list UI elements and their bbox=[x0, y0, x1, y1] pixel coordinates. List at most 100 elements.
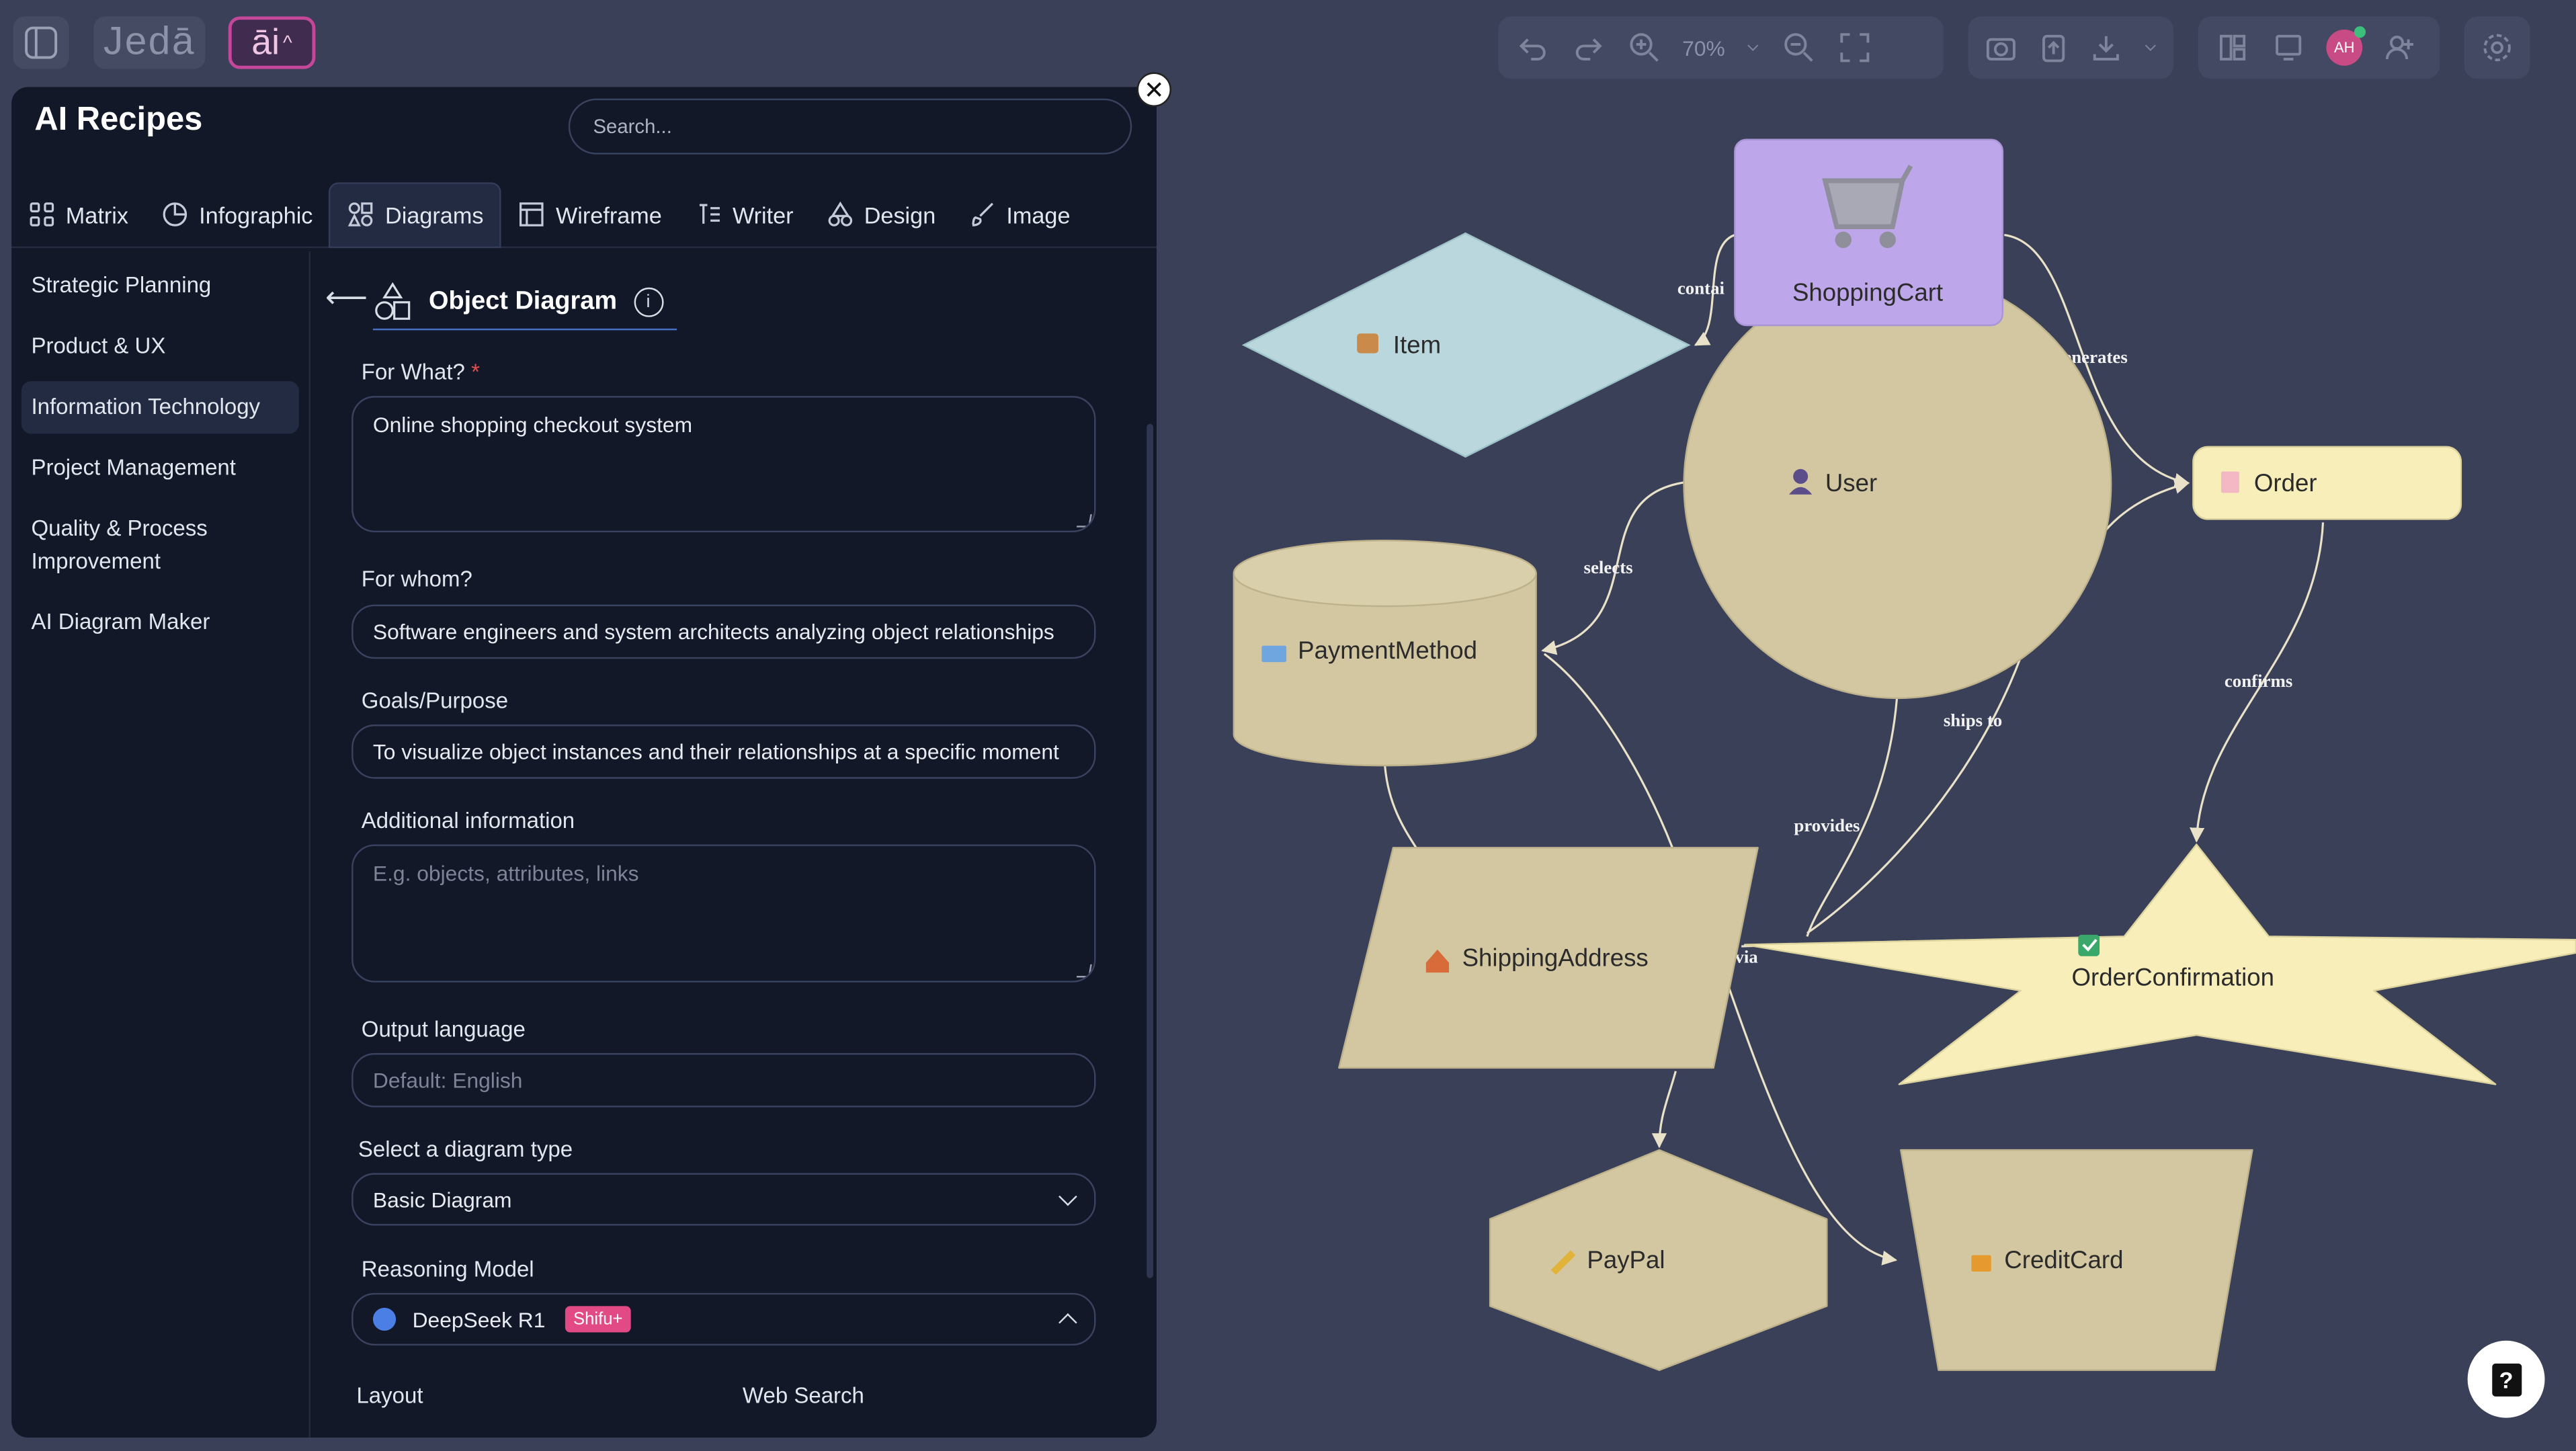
layout-icon[interactable] bbox=[2214, 30, 2251, 66]
search-input[interactable] bbox=[568, 98, 1132, 155]
node-item[interactable]: Item bbox=[1241, 232, 1691, 458]
additional-info-field[interactable]: E.g. objects, attributes, links bbox=[351, 844, 1096, 983]
svg-text:ShoppingCart: ShoppingCart bbox=[1792, 278, 1943, 306]
info-icon[interactable]: i bbox=[633, 286, 663, 317]
layout-label: Layout bbox=[356, 1383, 423, 1408]
camera-icon[interactable] bbox=[1985, 30, 2018, 66]
present-icon[interactable] bbox=[2270, 30, 2307, 66]
download-icon[interactable] bbox=[2089, 30, 2122, 66]
node-paypal[interactable]: PayPal bbox=[1489, 1149, 1828, 1371]
for-whom-label: For whom? bbox=[361, 567, 472, 592]
check-icon bbox=[2078, 934, 2100, 956]
tab-design[interactable]: Design bbox=[810, 181, 952, 247]
tab-infographic[interactable]: Infographic bbox=[144, 181, 329, 247]
category-item[interactable]: Project Management bbox=[22, 442, 299, 495]
edge-label-ships-to: ships to bbox=[1944, 710, 2002, 730]
redo-icon[interactable] bbox=[1571, 30, 1607, 66]
category-item[interactable]: Product & UX bbox=[22, 321, 299, 373]
close-icon: ✕ bbox=[1143, 76, 1165, 105]
edge-label-contains: contai bbox=[1677, 278, 1725, 298]
scrollbar[interactable] bbox=[1147, 423, 1154, 1278]
chevron-up-icon bbox=[1058, 1313, 1077, 1332]
for-whom-field[interactable]: Software engineers and system architects… bbox=[351, 604, 1096, 659]
tab-writer[interactable]: Writer bbox=[678, 181, 810, 247]
node-order[interactable]: Order bbox=[2192, 446, 2462, 520]
wireframe-icon bbox=[520, 202, 544, 226]
deepseek-icon bbox=[372, 1307, 397, 1331]
undo-icon[interactable] bbox=[1515, 30, 1551, 66]
svg-text:CreditCard: CreditCard bbox=[2004, 1246, 2123, 1274]
fit-screen-icon[interactable] bbox=[1837, 30, 1873, 66]
add-user-icon[interactable] bbox=[2382, 30, 2419, 66]
for-what-label: For What? * bbox=[361, 360, 480, 385]
gear-icon[interactable] bbox=[2479, 30, 2516, 66]
sidebar-toggle-button[interactable] bbox=[13, 16, 69, 69]
history-zoom-toolbar: 70% bbox=[1498, 16, 1944, 79]
goals-label: Goals/Purpose bbox=[361, 688, 509, 713]
tab-matrix[interactable]: Matrix bbox=[11, 181, 144, 247]
ai-toggle-button[interactable]: āi ^ bbox=[228, 16, 316, 69]
back-arrow-icon[interactable]: ⟵ bbox=[325, 281, 368, 315]
pie-icon bbox=[163, 202, 188, 226]
tab-wireframe[interactable]: Wireframe bbox=[501, 181, 678, 247]
category-list: Strategic Planning Product & UX Informat… bbox=[11, 251, 311, 1438]
category-item[interactable]: Information Technology bbox=[21, 381, 299, 434]
reasoning-model-select[interactable]: DeepSeek R1 Shifu+ bbox=[351, 1292, 1096, 1346]
node-shoppingcart[interactable]: ShoppingCart bbox=[1734, 138, 2004, 327]
chevron-up-icon: ^ bbox=[283, 31, 292, 54]
category-item[interactable]: AI Diagram Maker bbox=[22, 596, 299, 649]
recipe-tabs: Matrix Infographic Diagrams Wireframe Wr… bbox=[11, 181, 1157, 249]
category-item[interactable]: Quality & Process Improvement bbox=[22, 503, 235, 588]
chevron-down-icon[interactable] bbox=[1745, 30, 1761, 66]
diagram-type-select[interactable]: Basic Diagram bbox=[351, 1173, 1096, 1226]
node-creditcard[interactable]: CreditCard bbox=[1900, 1149, 2253, 1371]
goals-field[interactable]: To visualize object instances and their … bbox=[351, 724, 1096, 779]
svg-text:Order: Order bbox=[2254, 469, 2317, 497]
node-user[interactable]: User bbox=[1683, 270, 2112, 700]
additional-info-label: Additional information bbox=[361, 808, 575, 833]
plan-badge: Shifu+ bbox=[565, 1306, 631, 1333]
chevron-down-icon[interactable] bbox=[2143, 30, 2159, 66]
zoom-level[interactable]: 70% bbox=[1682, 36, 1725, 60]
svg-text:Item: Item bbox=[1393, 331, 1441, 359]
node-paymentmethod[interactable]: PaymentMethod bbox=[1233, 540, 1537, 767]
tab-image[interactable]: Image bbox=[952, 181, 1087, 247]
sidebar-icon bbox=[25, 26, 58, 59]
object-diagram-icon bbox=[375, 281, 411, 319]
tab-diagrams[interactable]: Diagrams bbox=[329, 181, 502, 247]
diagram-heading-title: Object Diagram bbox=[429, 286, 618, 315]
tab-label: Writer bbox=[732, 201, 794, 228]
output-language-field[interactable]: Default: English bbox=[351, 1052, 1096, 1108]
help-button[interactable]: ? bbox=[2467, 1340, 2545, 1418]
reasoning-model-label: Reasoning Model bbox=[361, 1257, 534, 1282]
zoom-in-icon[interactable] bbox=[1626, 30, 1663, 66]
card-icon bbox=[1261, 645, 1287, 663]
tab-label: Design bbox=[864, 201, 936, 228]
tab-label: Image bbox=[1006, 201, 1071, 228]
output-language-label: Output language bbox=[361, 1017, 526, 1042]
avatar[interactable]: AH bbox=[2326, 26, 2366, 66]
memo-icon bbox=[2220, 471, 2239, 493]
zoom-out-icon[interactable] bbox=[1781, 30, 1817, 66]
shapes-icon bbox=[348, 202, 374, 226]
edge-label-via: via bbox=[1735, 946, 1758, 966]
category-item[interactable]: Strategic Planning bbox=[22, 259, 299, 312]
edge-label-confirms: confirms bbox=[2225, 671, 2293, 691]
upload-icon[interactable] bbox=[2037, 30, 2070, 66]
node-shippingaddress[interactable]: ShippingAddress bbox=[1338, 847, 1759, 1069]
app-logo[interactable]: Jedā bbox=[93, 16, 206, 69]
for-what-field[interactable]: Online shopping checkout system bbox=[351, 396, 1096, 533]
chevron-down-icon bbox=[1058, 1187, 1077, 1206]
close-panel-button[interactable]: ✕ bbox=[1136, 72, 1171, 107]
help-icon: ? bbox=[2491, 1362, 2522, 1396]
panel-title: AI Recipes bbox=[34, 101, 203, 138]
svg-text:User: User bbox=[1825, 469, 1877, 497]
svg-text:PayPal: PayPal bbox=[1587, 1246, 1665, 1274]
tab-label: Infographic bbox=[199, 201, 313, 228]
export-toolbar bbox=[1968, 16, 2174, 79]
grid-icon bbox=[30, 202, 54, 226]
diagram-heading: Object Diagram i bbox=[372, 274, 677, 331]
lock-icon bbox=[1971, 1255, 1991, 1272]
edge-label-provides: provides bbox=[1794, 815, 1860, 835]
tab-label: Matrix bbox=[65, 201, 128, 228]
